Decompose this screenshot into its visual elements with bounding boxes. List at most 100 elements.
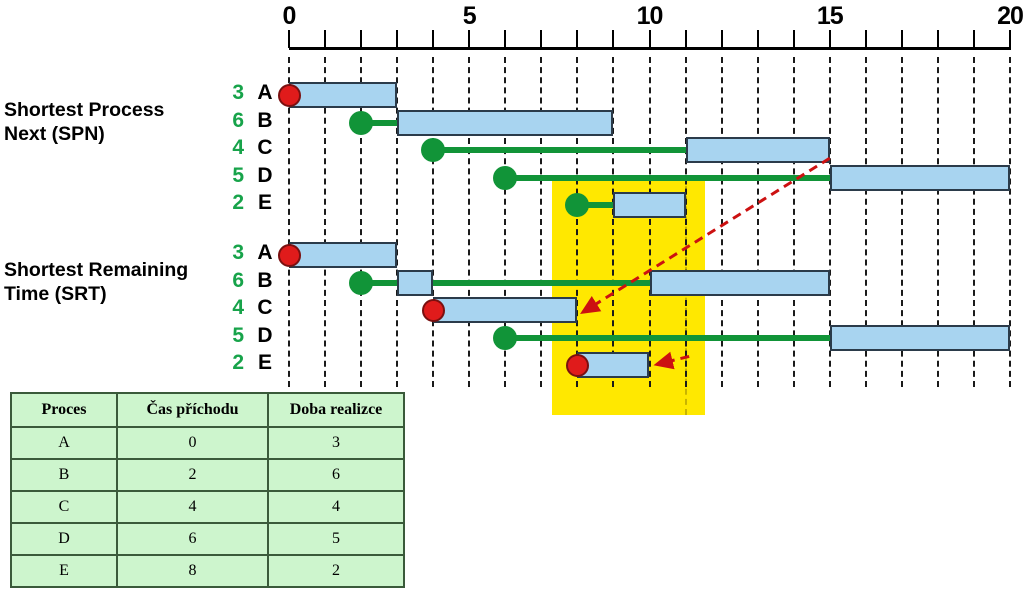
axis-tick-14 [792, 30, 795, 48]
exec-bar-srt-C [433, 297, 578, 324]
table-cell-arrival: 8 [116, 554, 269, 588]
title-line-2: Time (SRT) [4, 283, 107, 305]
table-row: E82 [10, 554, 405, 588]
table-row: A03 [10, 426, 405, 460]
axis-tick-8 [576, 30, 579, 48]
axis-tick-13 [756, 30, 759, 48]
title-line-2: Next (SPN) [4, 123, 105, 145]
exec-bar-srt-A [289, 242, 398, 268]
arrival-dot-spn-A [277, 83, 301, 107]
axis-tick-16 [864, 30, 867, 48]
process-label-spn-C: C [257, 136, 273, 160]
waiting-line-spn-D [505, 174, 830, 181]
col-header-duration: Doba realizce [267, 392, 405, 428]
service-time-spn-E: 2 [232, 191, 244, 215]
arrival-dot-srt-A [277, 243, 301, 267]
axis-tick-5 [468, 30, 471, 48]
axis-label-15: 15 [816, 2, 844, 30]
service-time-srt-E: 2 [232, 351, 244, 375]
exec-bar-spn-B [397, 109, 614, 136]
axis-tick-0 [288, 30, 290, 48]
service-time-spn-A: 3 [232, 81, 244, 104]
waiting-line-srt-D [505, 334, 830, 341]
table-cell-arrival: 4 [116, 490, 269, 524]
axis-tick-2 [360, 30, 363, 48]
axis-tick-1 [324, 30, 327, 48]
service-time-srt-D: 5 [232, 323, 244, 347]
arrival-dot-srt-D [493, 325, 518, 350]
group-title-spn: Shortest Process Next (SPN) [4, 98, 164, 146]
process-label-srt-A: A [257, 241, 273, 264]
table-cell-duration: 6 [267, 458, 405, 492]
table-cell-duration: 5 [267, 522, 405, 556]
arrival-dot-spn-C [421, 138, 446, 163]
exec-bar-srt-B [397, 269, 434, 296]
axis-tick-20 [1009, 30, 1011, 48]
col-header-arrival: Čas příchodu [116, 392, 269, 428]
gridline-5 [468, 57, 471, 387]
table-cell-arrival: 2 [116, 458, 269, 492]
gridline-4 [432, 57, 435, 387]
service-time-srt-C: 4 [232, 296, 244, 320]
table-header-row: Proces Čas příchodu Doba realizce [10, 392, 405, 428]
axis-tick-4 [432, 30, 435, 48]
table-row: C44 [10, 490, 405, 524]
axis-label-5: 5 [462, 2, 477, 30]
table-cell-process: A [10, 426, 118, 460]
service-time-srt-B: 6 [232, 268, 244, 292]
axis-tick-6 [504, 30, 507, 48]
process-table: Proces Čas příchodu Doba realizce A03B26… [10, 392, 405, 588]
process-label-spn-D: D [257, 163, 273, 187]
arrival-dot-srt-E [565, 353, 589, 377]
axis-tick-17 [900, 30, 903, 48]
exec-bar-spn-A [289, 82, 398, 108]
table-cell-process: D [10, 522, 118, 556]
service-time-spn-B: 6 [232, 108, 244, 132]
table-row: B26 [10, 458, 405, 492]
axis-tick-19 [972, 30, 975, 48]
gantt-diagram: 0 5 10 15 20 Shortest Process Next (SPN) Shor… [0, 0, 1024, 591]
process-label-srt-D: D [257, 323, 273, 347]
table-cell-duration: 4 [267, 490, 405, 524]
axis-label-10: 10 [636, 2, 664, 30]
process-label-srt-B: B [257, 268, 273, 292]
title-line-1: Shortest Remaining [4, 259, 189, 281]
axis-tick-11 [684, 30, 687, 48]
exec-bar-spn-C [685, 137, 830, 164]
exec-bar-spn-D [829, 164, 1010, 191]
arrival-dot-srt-B [349, 270, 374, 295]
axis-tick-18 [936, 30, 939, 48]
process-label-spn-A: A [257, 81, 273, 104]
exec-bar-spn-E [613, 192, 686, 219]
axis-label-0: 0 [282, 2, 297, 30]
group-title-srt: Shortest Remaining Time (SRT) [4, 258, 188, 306]
service-time-srt-A: 3 [232, 241, 244, 264]
table-cell-arrival: 0 [116, 426, 269, 460]
arrival-dot-srt-C [421, 298, 445, 322]
axis-tick-10 [648, 30, 651, 48]
table-cell-arrival: 6 [116, 522, 269, 556]
table-cell-process: E [10, 554, 118, 588]
table-cell-duration: 2 [267, 554, 405, 588]
axis-tick-9 [612, 30, 615, 48]
process-label-spn-B: B [257, 108, 273, 132]
exec-bar-srt-B-2 [649, 269, 830, 296]
table-row: D65 [10, 522, 405, 556]
col-header-process: Proces [10, 392, 118, 428]
axis-label-20: 20 [997, 2, 1024, 30]
waiting-line-spn-C [433, 147, 686, 154]
axis-tick-7 [540, 30, 543, 48]
table-cell-duration: 3 [267, 426, 405, 460]
process-label-srt-C: C [257, 296, 273, 320]
table-cell-process: C [10, 490, 118, 524]
exec-bar-srt-D [829, 324, 1010, 351]
title-line-1: Shortest Process [4, 99, 165, 121]
process-label-srt-E: E [257, 351, 272, 375]
axis-tick-12 [720, 30, 723, 48]
service-time-spn-D: 5 [232, 163, 244, 187]
axis-tick-15 [828, 30, 831, 48]
process-label-spn-E: E [257, 191, 272, 215]
table-cell-process: B [10, 458, 118, 492]
table-body: A03B26C44D65E82 [10, 426, 405, 588]
axis-tick-3 [396, 30, 399, 48]
